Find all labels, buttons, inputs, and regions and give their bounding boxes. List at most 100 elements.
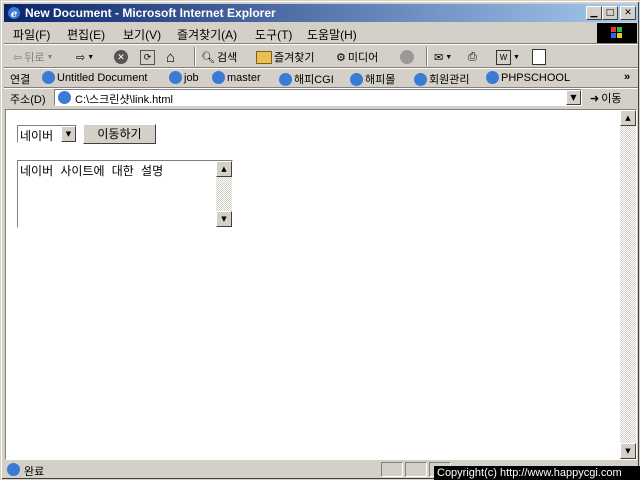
chevron-down-icon: ▼ <box>570 93 577 102</box>
link-label: job <box>184 71 199 84</box>
search-button[interactable]: 🔍︎ 검색 <box>201 47 237 67</box>
status-text: 완료 <box>24 466 45 478</box>
menu-tools[interactable]: 도구(T) <box>255 26 292 43</box>
print-button[interactable]: ⎙ <box>468 47 477 67</box>
link-master[interactable]: master <box>212 71 261 84</box>
chevron-down-icon: ▼ <box>46 53 54 61</box>
ie-page-icon <box>414 72 427 86</box>
textarea-scrollbar[interactable]: ▲ ▼ <box>216 161 232 227</box>
link-job[interactable]: job <box>169 71 199 84</box>
refresh-icon: ⟳ <box>140 49 155 65</box>
page-icon <box>58 91 71 104</box>
menu-file[interactable]: 파일(F) <box>13 26 50 43</box>
scroll-up-button[interactable]: ▲ <box>216 161 232 177</box>
minimize-button[interactable]: ▁ <box>586 6 602 20</box>
mail-icon: ✉︎ <box>434 51 444 64</box>
discuss-button[interactable] <box>532 47 546 67</box>
toolbar-divider <box>194 47 196 66</box>
address-label: 주소(D) <box>10 94 46 106</box>
link-happymall[interactable]: 해피몰 <box>350 71 395 87</box>
close-button[interactable]: ✕ <box>620 6 636 20</box>
back-label: 뒤로 <box>24 52 45 64</box>
status-cell <box>381 462 403 477</box>
media-button[interactable]: ⚙︎ 미디어 <box>336 47 378 67</box>
windows-logo-throbber <box>597 23 637 43</box>
menu-bar: 파일(F) 편집(E) 보기(V) 즐겨찾기(A) 도구(T) 도움말(H) <box>4 23 596 43</box>
history-icon <box>400 50 414 64</box>
chevron-down-icon: ▼ <box>513 53 520 61</box>
ie-page-icon <box>350 72 363 86</box>
go-label: 이동 <box>601 93 622 105</box>
back-button[interactable]: ⇦ 뒤로 ▼ <box>13 47 53 67</box>
page-content: 네이버 ▼ 이동하기 네이버 사이트에 대한 설명 ▲ ▼ ▲ ▼ <box>5 109 637 460</box>
scroll-up-button[interactable]: ▲ <box>620 110 636 126</box>
go-button[interactable]: ➜ 이동 <box>590 90 621 106</box>
windows-flag-icon <box>611 27 622 38</box>
address-bar: 주소(D) C:\스크린샷\link.html ▼ ➜ 이동 <box>4 88 638 108</box>
link-member-management[interactable]: 회원관리 <box>414 71 469 87</box>
link-label: PHPSCHOOL <box>501 71 571 84</box>
links-bar: 연결 Untitled Document job master 해피CGI 해피… <box>4 68 638 88</box>
browser-window: e New Document - Microsoft Internet Expl… <box>0 0 640 480</box>
address-value: C:\스크린샷\link.html <box>75 94 173 106</box>
stop-icon: ✕ <box>114 50 128 64</box>
description-textarea[interactable]: 네이버 사이트에 대한 설명 ▲ ▼ <box>17 160 233 228</box>
menu-view[interactable]: 보기(V) <box>123 26 161 43</box>
history-button[interactable] <box>400 47 414 67</box>
address-input[interactable]: C:\스크린샷\link.html ▼ <box>54 89 582 106</box>
scroll-down-button[interactable]: ▼ <box>620 443 636 459</box>
address-dropdown-button[interactable]: ▼ <box>566 90 581 105</box>
mail-button[interactable]: ✉︎ ▼ <box>434 47 452 67</box>
link-phpschool[interactable]: PHPSCHOOL <box>486 71 570 84</box>
site-select[interactable]: 네이버 ▼ <box>17 125 77 143</box>
links-more-chevron[interactable]: » <box>624 71 630 83</box>
ie-page-icon <box>42 71 55 84</box>
svg-text:e: e <box>11 9 17 20</box>
forward-button[interactable]: ⇨ ▼ <box>76 47 94 67</box>
home-button[interactable]: ⌂ <box>166 47 175 67</box>
favorites-button[interactable]: 즐겨찾기 <box>256 47 314 67</box>
standard-toolbar: ⇦ 뒤로 ▼ ⇨ ▼ ✕ ⟳ ⌂ 🔍︎ 검색 즐겨찾기 ⚙︎ 미디어 ✉︎ ▼ … <box>4 44 638 68</box>
menu-favorites[interactable]: 즐겨찾기(A) <box>177 26 237 43</box>
link-untitled-document[interactable]: Untitled Document <box>42 71 148 84</box>
status-cell <box>405 462 427 477</box>
ie-page-icon <box>279 72 292 86</box>
edit-button[interactable]: W ▼ <box>496 47 520 67</box>
site-select-arrow[interactable]: ▼ <box>61 126 76 142</box>
link-label: 회원관리 <box>429 74 470 86</box>
ie-logo-icon: e <box>8 7 20 20</box>
toolbar-divider <box>426 47 428 66</box>
description-text: 네이버 사이트에 대한 설명 <box>20 164 164 178</box>
refresh-button[interactable]: ⟳ <box>140 47 155 67</box>
maximize-button[interactable]: □ <box>602 6 618 20</box>
scroll-down-button[interactable]: ▼ <box>216 211 232 227</box>
chevron-down-icon: ▼ <box>65 130 72 138</box>
title-bar[interactable]: e New Document - Microsoft Internet Expl… <box>4 4 638 22</box>
navigate-button[interactable]: 이동하기 <box>83 124 156 144</box>
status-page-icon <box>7 463 20 476</box>
page-vertical-scrollbar[interactable]: ▲ ▼ <box>620 110 636 459</box>
menu-edit[interactable]: 편집(E) <box>67 26 105 43</box>
forward-arrow-icon: ⇨ <box>76 51 86 64</box>
discuss-icon <box>532 49 546 65</box>
link-label: 해피CGI <box>294 74 334 86</box>
word-edit-icon: W <box>496 49 511 65</box>
link-label: master <box>227 71 261 84</box>
media-icon: ⚙︎ <box>336 51 346 64</box>
menu-help[interactable]: 도움말(H) <box>307 26 357 43</box>
window-title: New Document - Microsoft Internet Explor… <box>25 6 276 20</box>
stop-button[interactable]: ✕ <box>114 47 128 67</box>
favorites-label: 즐겨찾기 <box>274 52 315 64</box>
ie-page-icon <box>169 71 182 84</box>
print-icon: ⎙ <box>468 50 477 63</box>
favorites-folder-icon <box>256 50 272 64</box>
link-happycgi[interactable]: 해피CGI <box>279 71 334 87</box>
link-label: Untitled Document <box>57 71 148 84</box>
ie-page-icon <box>212 71 225 84</box>
back-arrow-icon: ⇦ <box>13 51 23 64</box>
copyright-watermark: Copyright(c) http://www.happycgi.com <box>434 466 640 480</box>
media-label: 미디어 <box>347 52 379 64</box>
links-label: 연결 <box>10 74 31 86</box>
site-select-value: 네이버 <box>20 129 54 143</box>
search-label: 검색 <box>216 52 238 64</box>
